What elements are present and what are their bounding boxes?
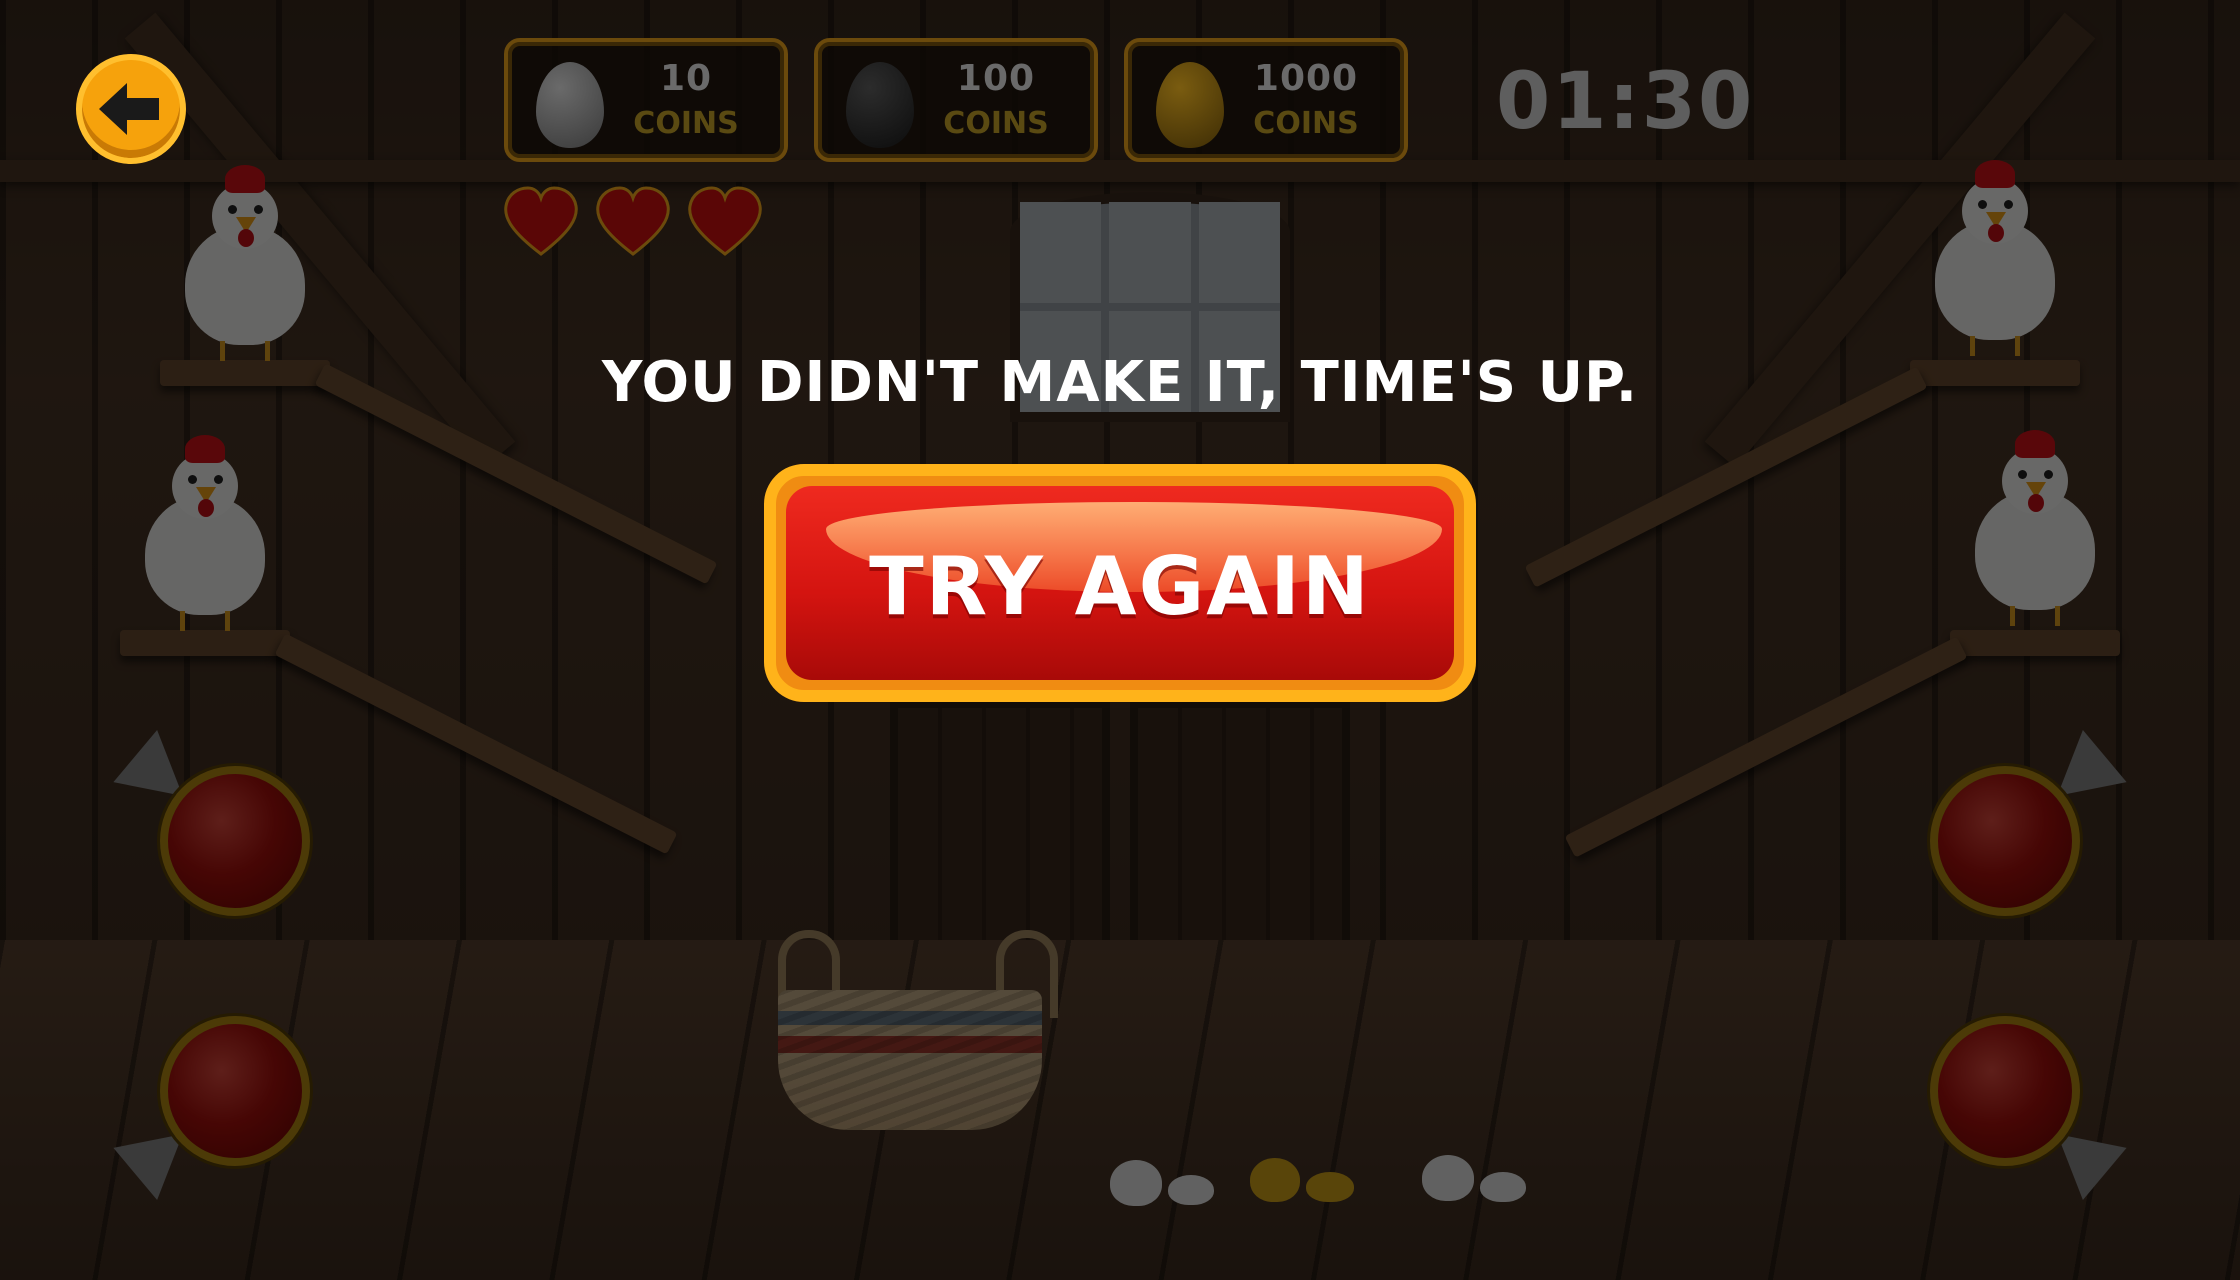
heart-icon	[688, 186, 762, 256]
try-again-button[interactable]: TRY AGAIN	[764, 464, 1476, 702]
coin-box-1000: 1000 COINS	[1124, 38, 1408, 162]
game-over-message: YOU DIDN'T MAKE IT, TIME'S UP.	[601, 350, 1639, 415]
white-egg-icon	[536, 62, 604, 148]
coin-amount: 10	[659, 58, 713, 99]
coin-box-10: 10 COINS	[504, 38, 788, 162]
coin-amount: 100	[956, 58, 1036, 99]
countdown-timer: 01:30	[1496, 57, 1755, 147]
coin-unit: COINS	[1253, 106, 1359, 141]
try-again-label: TRY AGAIN	[869, 540, 1371, 633]
heart-icon	[596, 186, 670, 256]
heart-icon	[504, 186, 578, 256]
coin-box-100: 100 COINS	[814, 38, 1098, 162]
back-arrow-icon	[99, 83, 159, 135]
back-button[interactable]	[76, 54, 186, 164]
coin-amount: 1000	[1253, 58, 1359, 99]
black-egg-icon	[846, 62, 914, 148]
gold-egg-icon	[1156, 62, 1224, 148]
coin-unit: COINS	[633, 106, 739, 141]
lives-hearts	[502, 186, 772, 262]
coin-unit: COINS	[943, 106, 1049, 141]
try-again-button-face: TRY AGAIN	[786, 486, 1454, 680]
